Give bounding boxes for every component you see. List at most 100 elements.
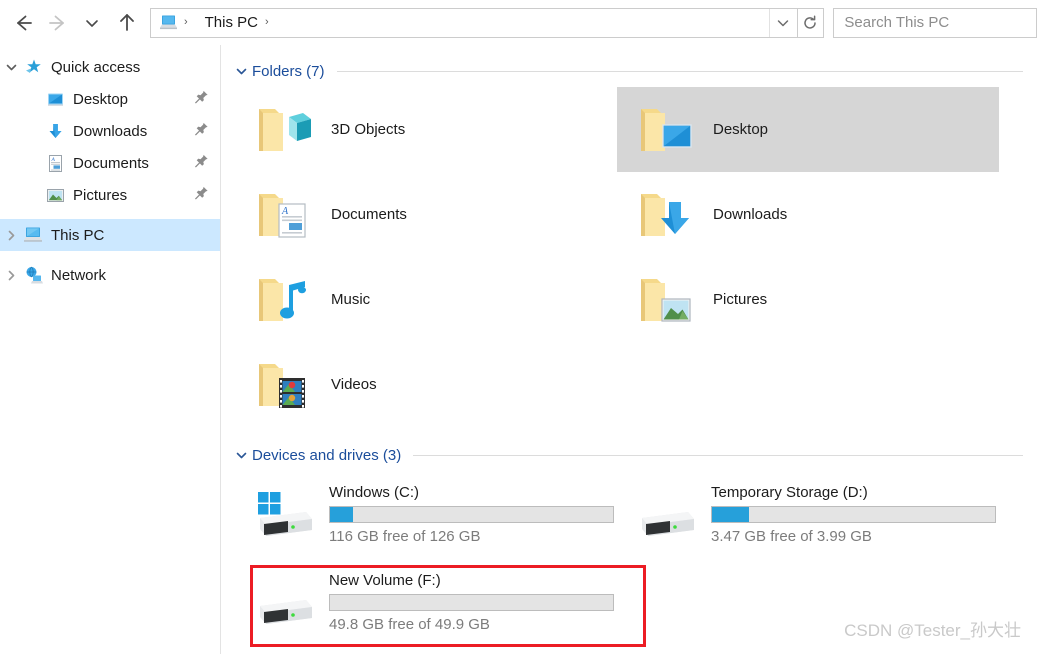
drive-info: Temporary Storage (D:) 3.47 GB free of 3…	[711, 484, 998, 545]
navigation-pane: Quick access Desktop Downloads A Documen…	[0, 45, 221, 654]
drive-icon	[629, 477, 703, 551]
chevron-right-icon[interactable]	[0, 219, 22, 251]
forward-button[interactable]	[40, 4, 74, 42]
star-icon	[22, 57, 44, 77]
content-pane: Folders (7) 3D Objects Desktop A Documen…	[222, 45, 1037, 654]
sidebar-item-label: Quick access	[51, 58, 141, 76]
drive-name: Windows (C:)	[329, 483, 420, 501]
breadcrumb-separator-0: ›	[183, 16, 188, 28]
pin-icon[interactable]	[195, 186, 209, 205]
folder-item-videos[interactable]: Videos	[235, 342, 617, 427]
sidebar-item-label: This PC	[51, 226, 105, 244]
folder-videos-icon	[247, 348, 321, 422]
folder-item-label: Videos	[331, 376, 377, 393]
drive-info: Windows (C:) 116 GB free of 126 GB	[329, 484, 616, 545]
breadcrumb[interactable]: › This PC ›	[151, 9, 769, 37]
chevron-down-icon[interactable]	[0, 51, 22, 83]
drive-free-space: 116 GB free of 126 GB	[329, 527, 481, 545]
sidebar-item-label: Downloads	[73, 122, 148, 140]
arrow-left-icon	[17, 15, 33, 30]
sidebar-item-documents[interactable]: A Documents	[0, 147, 220, 179]
drive-usage-fill	[712, 506, 749, 522]
refresh-button[interactable]	[797, 7, 825, 38]
folders-tile-grid: 3D Objects Desktop A Documents Downloads…	[222, 84, 1037, 427]
drive-name: New Volume (F:)	[329, 571, 441, 589]
back-button[interactable]	[6, 4, 40, 42]
search-input[interactable]: Search This PC	[844, 14, 949, 31]
windows-drive-icon	[247, 477, 321, 551]
sidebar-item-label: Network	[51, 266, 107, 284]
drives-group-header[interactable]: Devices and drives (3)	[222, 442, 1037, 468]
sidebar-item-label: Documents	[73, 154, 149, 172]
desktop-icon	[44, 89, 66, 109]
chevron-down-icon[interactable]	[235, 449, 252, 462]
pin-icon[interactable]	[195, 122, 209, 141]
folder-item-label: Pictures	[713, 291, 768, 308]
folder-music-icon	[247, 263, 321, 337]
navigation-bar: › This PC › Search This PC	[0, 0, 1037, 45]
folder-pictures-icon	[629, 263, 703, 337]
chevron-down-icon	[86, 19, 99, 27]
folder-item-desktop[interactable]: Desktop	[617, 87, 999, 172]
drive-free-space: 3.47 GB free of 3.99 GB	[711, 527, 872, 545]
folder-documents-icon: A	[247, 178, 321, 252]
folder-desktop-icon	[629, 93, 703, 167]
group-divider	[413, 454, 1023, 456]
drive-usage-bar	[329, 505, 614, 523]
folder-item-label: Music	[331, 291, 371, 308]
folder-item-downloads[interactable]: Downloads	[617, 172, 999, 257]
group-divider	[336, 70, 1023, 72]
drive-usage-bar	[329, 593, 614, 611]
drive-item-windows-c[interactable]: Windows (C:) 116 GB free of 126 GB	[235, 470, 617, 558]
this-pc-icon	[159, 14, 179, 32]
address-bar[interactable]: › This PC ›	[149, 7, 798, 38]
pictures-icon	[44, 185, 66, 205]
sidebar-item-pictures[interactable]: Pictures	[0, 179, 220, 211]
folder-item-label: Documents	[331, 206, 407, 223]
drives-group-title: Devices and drives (3)	[252, 446, 402, 464]
drive-usage-bar	[711, 505, 996, 523]
folders-group-header[interactable]: Folders (7)	[222, 58, 1037, 84]
folder-downloads-icon	[629, 178, 703, 252]
folder-item-documents[interactable]: A Documents	[235, 172, 617, 257]
drive-item-new-volume-f[interactable]: New Volume (F:) 49.8 GB free of 49.9 GB	[235, 558, 617, 646]
sidebar-item-network[interactable]: Network	[0, 259, 220, 291]
sidebar-item-this-pc[interactable]: This PC	[0, 219, 220, 251]
chevron-down-icon	[777, 19, 789, 26]
folder-3d-objects-icon	[247, 93, 321, 167]
watermark: CSDN @Tester_孙大壮	[844, 621, 1021, 640]
downloads-icon	[44, 121, 66, 141]
chevron-right-icon[interactable]	[0, 259, 22, 291]
address-dropdown-button[interactable]	[768, 8, 797, 37]
folder-item-label: Downloads	[713, 206, 788, 223]
this-pc-icon	[22, 225, 44, 245]
folder-item-pictures[interactable]: Pictures	[617, 257, 999, 342]
recent-locations-button[interactable]	[75, 4, 109, 42]
refresh-icon	[804, 14, 817, 29]
arrow-right-icon	[48, 15, 64, 30]
sidebar-item-desktop[interactable]: Desktop	[0, 83, 220, 115]
arrow-up-icon	[119, 13, 134, 31]
svg-text:A: A	[281, 206, 289, 217]
pin-icon[interactable]	[195, 154, 209, 173]
drive-info: New Volume (F:) 49.8 GB free of 49.9 GB	[329, 572, 616, 633]
network-icon	[22, 265, 44, 285]
search-box[interactable]: Search This PC	[833, 7, 1037, 38]
folder-item-music[interactable]: Music	[235, 257, 617, 342]
sidebar-item-label: Desktop	[73, 90, 129, 108]
sidebar-item-quick-access[interactable]: Quick access	[0, 51, 220, 83]
folder-item-3d-objects[interactable]: 3D Objects	[235, 87, 617, 172]
chevron-down-icon[interactable]	[235, 65, 252, 78]
up-button[interactable]	[109, 4, 143, 42]
drive-usage-fill	[330, 506, 353, 522]
file-explorer-window: › This PC › Search This PC Quick access …	[0, 0, 1037, 654]
pin-icon[interactable]	[195, 90, 209, 109]
drive-name: Temporary Storage (D:)	[711, 483, 868, 501]
drive-item-temporary-storage-d[interactable]: Temporary Storage (D:) 3.47 GB free of 3…	[617, 470, 999, 558]
breadcrumb-label[interactable]: This PC	[201, 14, 262, 31]
folder-item-label: Desktop	[713, 121, 769, 138]
sidebar-item-downloads[interactable]: Downloads	[0, 115, 220, 147]
breadcrumb-separator-1[interactable]: ›	[262, 17, 274, 28]
drive-icon	[247, 565, 321, 639]
folder-item-label: 3D Objects	[331, 121, 406, 138]
